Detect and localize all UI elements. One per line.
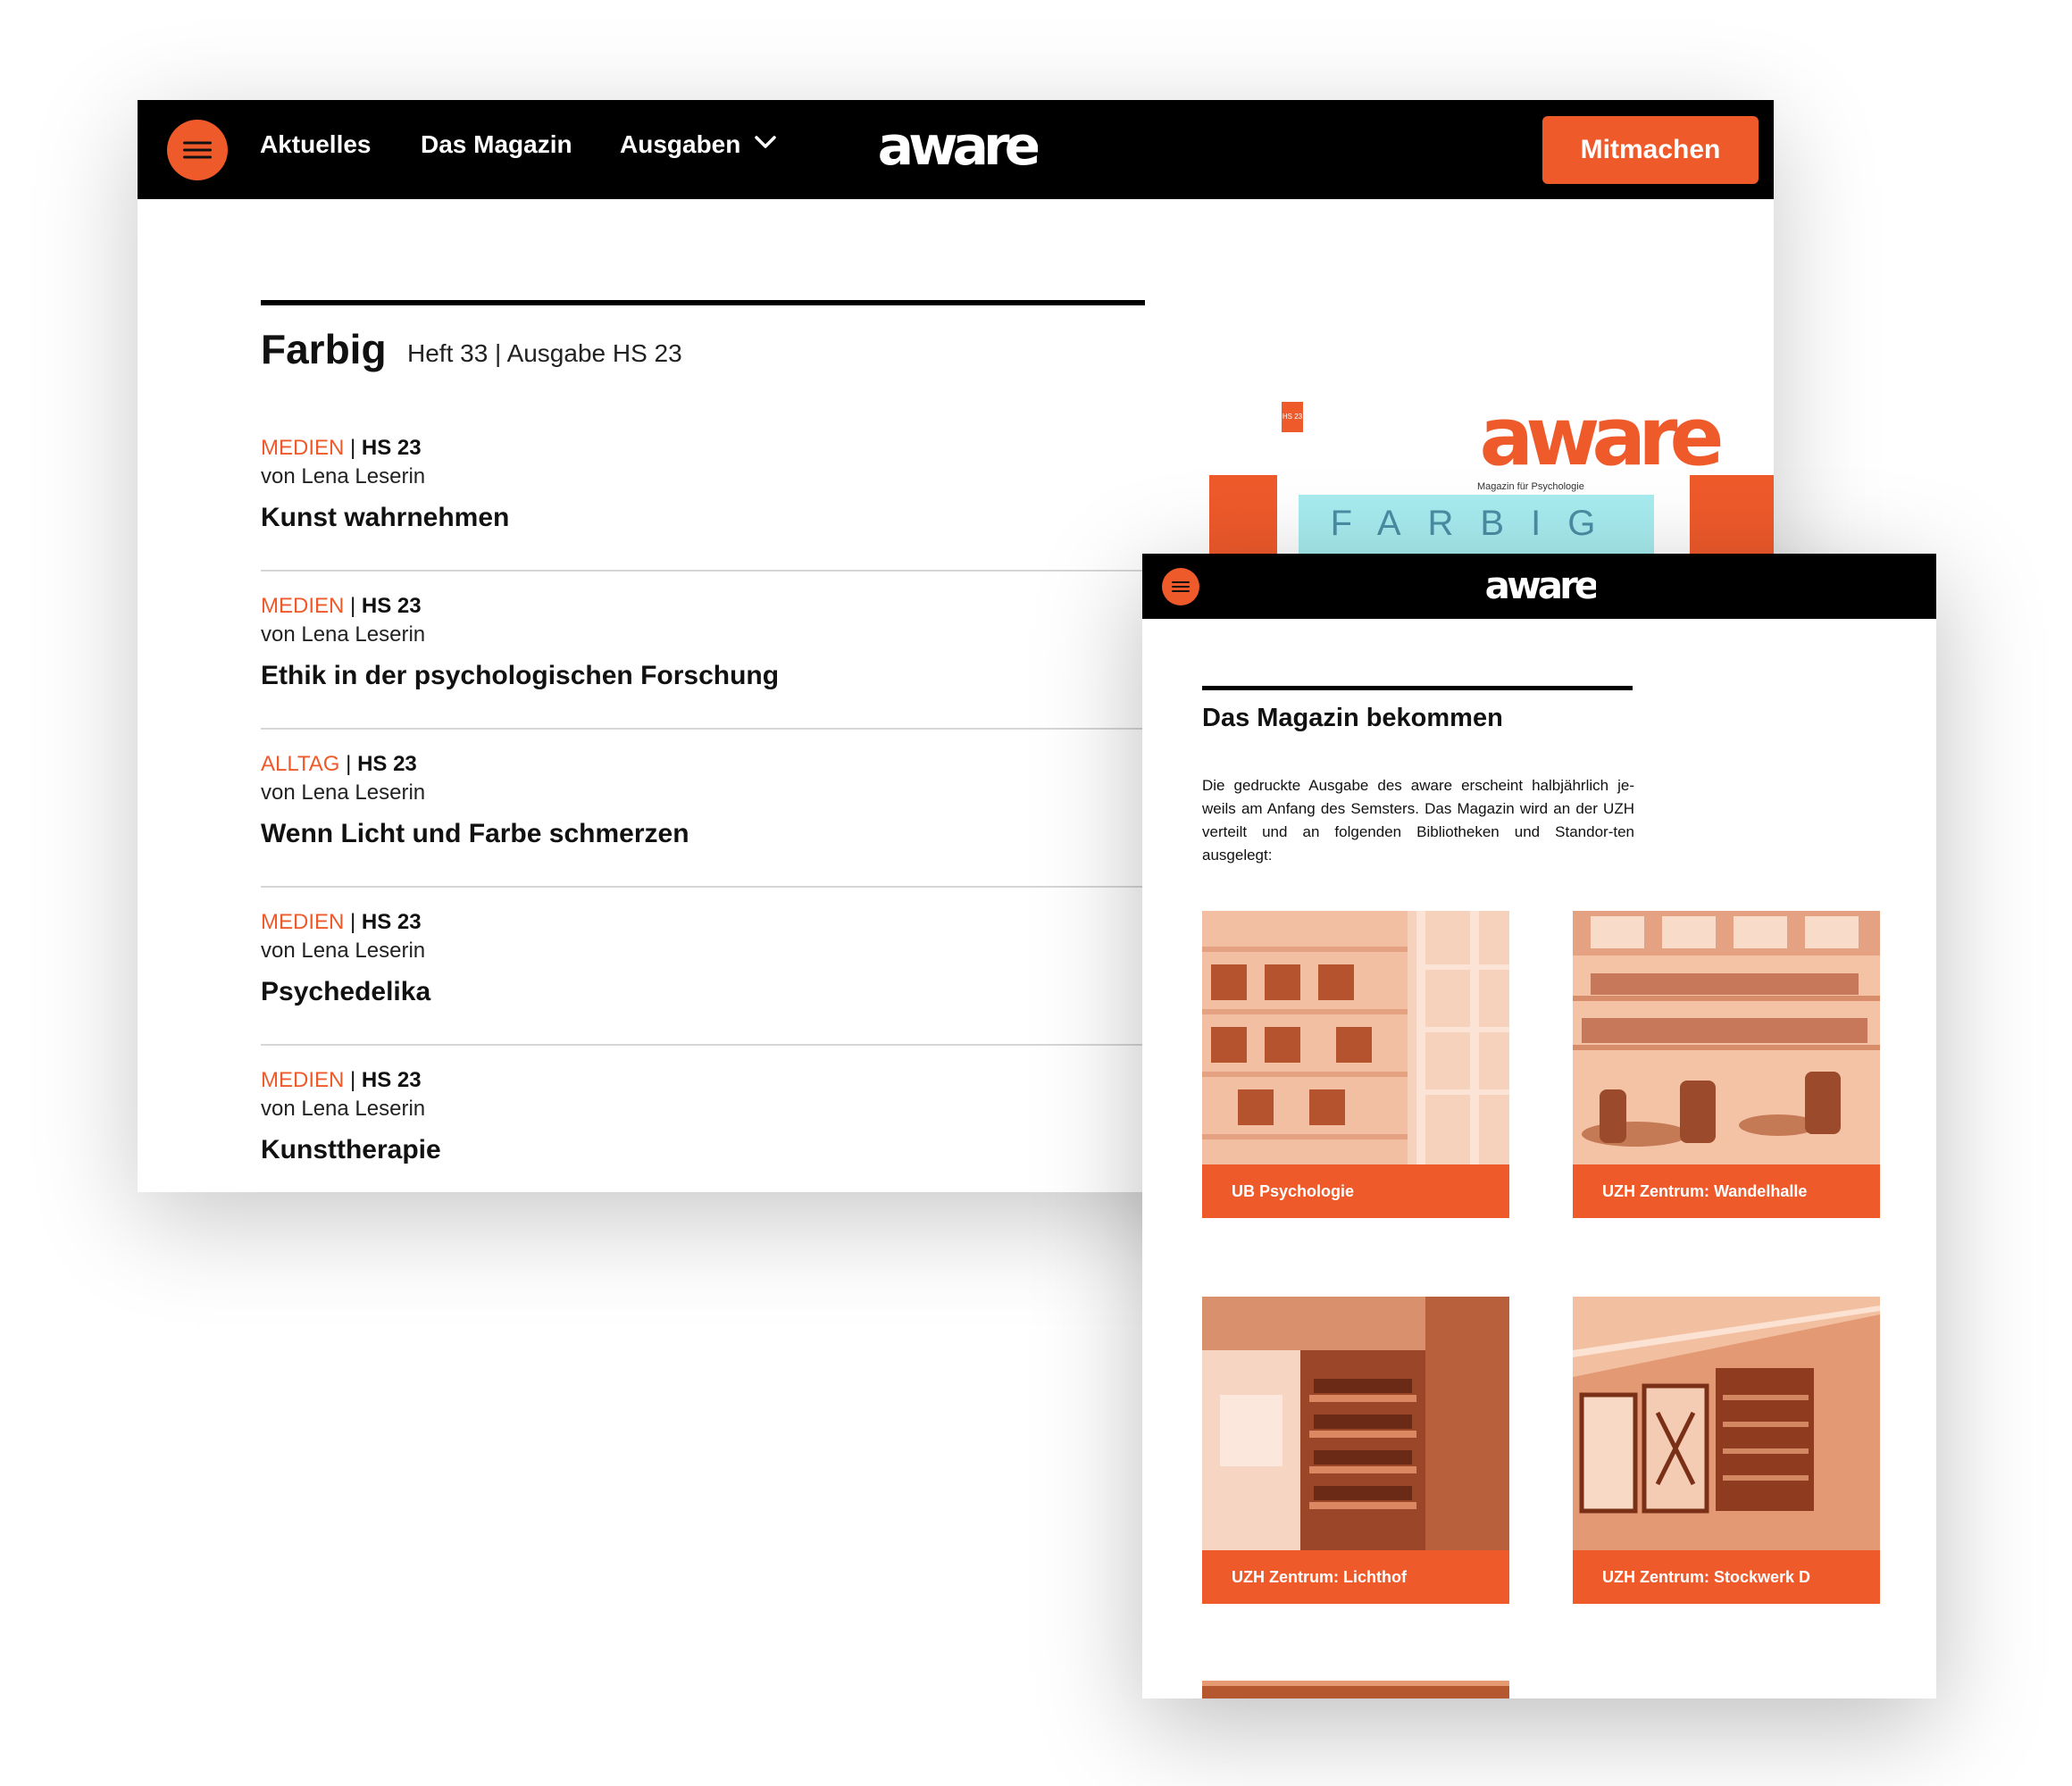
svg-text:aware: aware bbox=[1479, 404, 1720, 479]
article-author: von Lena Leserin bbox=[261, 622, 426, 647]
menu-button[interactable] bbox=[1162, 568, 1199, 605]
aware-logo[interactable]: aware bbox=[1485, 564, 1596, 607]
article-semester: HS 23 bbox=[361, 910, 422, 934]
location-photo bbox=[1573, 911, 1880, 1164]
nav-ausgaben[interactable]: Ausgaben bbox=[620, 130, 740, 159]
article-title[interactable]: Wenn Licht und Farbe schmerzen bbox=[261, 819, 689, 849]
article-separator: | bbox=[346, 752, 352, 776]
article-separator: | bbox=[350, 594, 356, 618]
hamburger-icon bbox=[1172, 579, 1190, 595]
article-title[interactable]: Ethik in der psychologischen Forschung bbox=[261, 661, 779, 691]
location-card[interactable]: UZH Zentrum: Lichthof bbox=[1202, 1297, 1509, 1604]
section-rule bbox=[261, 300, 1145, 305]
location-label: UZH Zentrum: Wandelhalle bbox=[1573, 1164, 1880, 1218]
article-category[interactable]: MEDIEN bbox=[261, 1068, 344, 1092]
aware-logo[interactable]: aware bbox=[875, 123, 1038, 175]
mobile-page-window: aware Das Magazin bekommen Die gedruckte… bbox=[1142, 554, 1936, 1698]
svg-text:aware: aware bbox=[1485, 564, 1596, 607]
issue-title: Farbig bbox=[261, 326, 387, 372]
nav-aktuelles[interactable]: Aktuelles bbox=[260, 130, 372, 159]
intro-text: Die gedruckte Ausgabe des aware erschein… bbox=[1202, 777, 1634, 864]
article-category[interactable]: ALLTAG bbox=[261, 752, 339, 776]
cover-issue-tag: HS 23 bbox=[1282, 402, 1303, 432]
section-title: Das Magazin bekommen bbox=[1202, 704, 1503, 732]
location-label: UZH Zentrum: Lichthof bbox=[1202, 1550, 1509, 1604]
location-card[interactable]: UZH Zentrum: Stockwerk D bbox=[1573, 1297, 1880, 1604]
article-semester: HS 23 bbox=[357, 752, 417, 776]
cover-logo: aware bbox=[1479, 404, 1727, 479]
nav-das-magazin[interactable]: Das Magazin bbox=[421, 130, 572, 159]
location-label: UB Psychologie bbox=[1202, 1164, 1509, 1218]
chevron-down-icon[interactable] bbox=[754, 134, 777, 150]
article-item[interactable]: ALLTAG | HS 23 von Lena Leserin Wenn Lic… bbox=[261, 752, 1145, 888]
hamburger-icon bbox=[183, 138, 212, 163]
location-card[interactable]: UZH Zentrum: Wandelhalle bbox=[1573, 911, 1880, 1218]
article-author: von Lena Leserin bbox=[261, 939, 426, 963]
mobile-header: aware bbox=[1142, 554, 1936, 619]
article-category[interactable]: MEDIEN bbox=[261, 910, 344, 934]
location-card-partial[interactable] bbox=[1202, 1681, 1509, 1698]
article-item[interactable]: MEDIEN | HS 23 von Lena Leserin Psychede… bbox=[261, 910, 1145, 1046]
cover-tagline: Magazin für Psychologie bbox=[1477, 481, 1584, 492]
article-title[interactable]: Kunst wahrnehmen bbox=[261, 503, 509, 533]
article-item[interactable]: MEDIEN | HS 23 von Lena Leserin Kunst wa… bbox=[261, 436, 1145, 572]
article-separator: | bbox=[350, 1068, 356, 1092]
article-separator: | bbox=[350, 436, 356, 460]
article-semester: HS 23 bbox=[361, 594, 422, 618]
article-author: von Lena Leserin bbox=[261, 780, 426, 805]
article-author: von Lena Leserin bbox=[261, 464, 426, 488]
location-photo bbox=[1202, 1297, 1509, 1550]
location-photo bbox=[1202, 911, 1509, 1164]
location-label: UZH Zentrum: Stockwerk D bbox=[1573, 1550, 1880, 1604]
article-semester: HS 23 bbox=[361, 1068, 422, 1092]
mitmachen-button[interactable]: Mitmachen bbox=[1542, 116, 1759, 184]
site-header: Aktuelles Das Magazin Ausgaben aware Mit… bbox=[138, 100, 1774, 199]
article-item[interactable]: MEDIEN | HS 23 von Lena Leserin Ethik in… bbox=[261, 594, 1145, 730]
article-separator: | bbox=[350, 910, 356, 934]
article-author: von Lena Leserin bbox=[261, 1097, 426, 1121]
article-category[interactable]: MEDIEN bbox=[261, 436, 344, 460]
section-rule bbox=[1202, 686, 1633, 690]
article-title[interactable]: Psychedelika bbox=[261, 977, 430, 1007]
article-item[interactable]: MEDIEN | HS 23 von Lena Leserin Kunstthe… bbox=[261, 1068, 1145, 1192]
menu-button[interactable] bbox=[167, 120, 228, 180]
issue-subtitle: Heft 33 | Ausgabe HS 23 bbox=[407, 339, 682, 367]
svg-text:aware: aware bbox=[878, 123, 1038, 175]
article-title[interactable]: Kunsttherapie bbox=[261, 1135, 441, 1165]
article-semester: HS 23 bbox=[361, 436, 422, 460]
location-card[interactable]: UB Psychologie bbox=[1202, 911, 1509, 1218]
location-photo bbox=[1573, 1297, 1880, 1550]
article-category[interactable]: MEDIEN bbox=[261, 594, 344, 618]
